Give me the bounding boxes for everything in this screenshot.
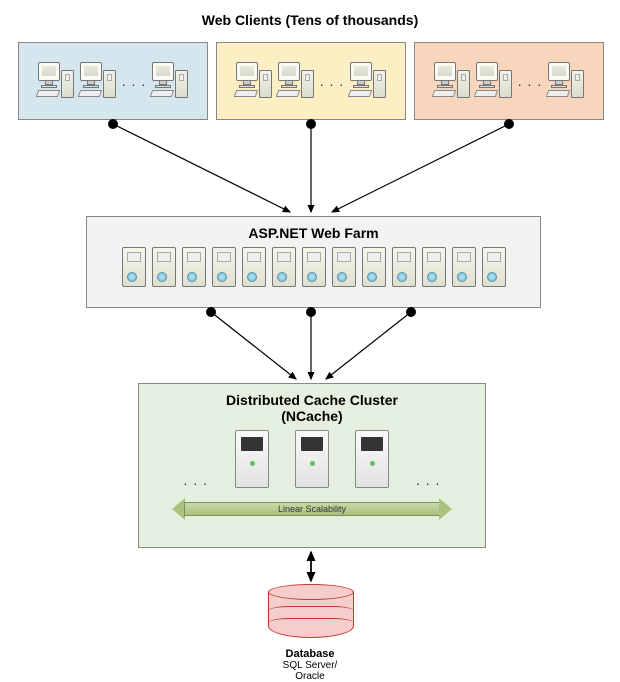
cache-server-icon [235, 430, 269, 488]
clients-box-1: . . . [18, 42, 208, 120]
cache-title-2: (NCache) [139, 408, 485, 424]
cache-cluster-box: Distributed Cache Cluster (NCache) . . .… [138, 383, 486, 548]
server-icon [452, 247, 476, 287]
ellipsis: . . . [518, 73, 542, 89]
scalability-arrow: Linear Scalability [172, 498, 452, 520]
server-icon [332, 247, 356, 287]
pc-icon [547, 60, 585, 102]
scalability-label: Linear Scalability [184, 502, 440, 516]
pc-icon [475, 60, 513, 102]
pc-icon [277, 60, 315, 102]
pc-icon [349, 60, 387, 102]
clients-box-3: . . . [414, 42, 604, 120]
server-row [87, 247, 540, 287]
server-icon [302, 247, 326, 287]
clients-box-2: . . . [216, 42, 406, 120]
cache-server-icon [295, 430, 329, 488]
pc-icon [79, 60, 117, 102]
cache-title-1: Distributed Cache Cluster [139, 392, 485, 408]
web-farm-box: ASP.NET Web Farm [86, 216, 541, 308]
ellipsis: . . . [416, 472, 440, 488]
database-icon [268, 584, 354, 646]
ellipsis: . . . [320, 73, 344, 89]
server-icon [392, 247, 416, 287]
server-icon [482, 247, 506, 287]
server-icon [422, 247, 446, 287]
server-icon [182, 247, 206, 287]
ellipsis: . . . [184, 472, 208, 488]
server-icon [122, 247, 146, 287]
ellipsis: . . . [122, 73, 146, 89]
server-icon [362, 247, 386, 287]
web-farm-title: ASP.NET Web Farm [87, 225, 540, 241]
pc-icon [235, 60, 273, 102]
pc-icon [151, 60, 189, 102]
cache-server-icon [355, 430, 389, 488]
pc-icon [37, 60, 75, 102]
server-icon [242, 247, 266, 287]
database-label: Database SQL Server/ Oracle [0, 648, 620, 682]
pc-icon [433, 60, 471, 102]
server-icon [212, 247, 236, 287]
server-icon [272, 247, 296, 287]
server-icon [152, 247, 176, 287]
clients-title: Web Clients (Tens of thousands) [0, 12, 620, 28]
